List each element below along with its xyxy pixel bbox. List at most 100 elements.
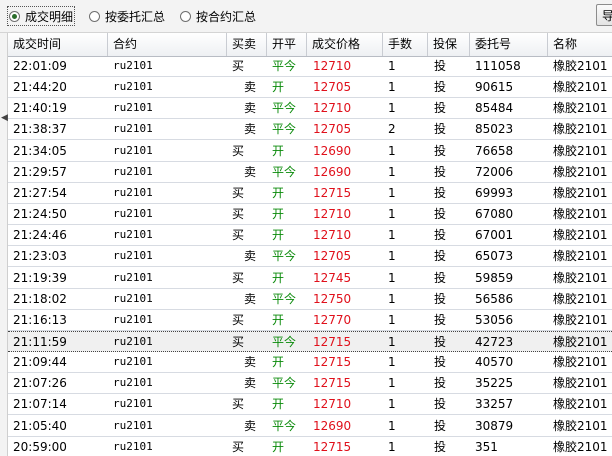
- cell-side: 买: [232, 439, 245, 454]
- cell-price: 12705: [313, 249, 352, 264]
- cell-name: 橡胶2101: [553, 207, 608, 222]
- cell-side: 卖: [244, 164, 257, 179]
- cell-contract: ru2101: [113, 185, 153, 199]
- header-hedge[interactable]: 投保: [428, 33, 470, 56]
- cell-time: 21:09:44: [13, 355, 67, 370]
- table-row[interactable]: 21:09:44 ru2101 卖开 12715 1 投 40570 橡胶2101: [8, 352, 612, 374]
- cell-order-no: 53056: [475, 312, 514, 327]
- cell-order-no: 33257: [475, 397, 514, 412]
- radio-by-contract[interactable]: 按合约汇总: [180, 8, 256, 24]
- cell-hedge: 投: [434, 101, 447, 116]
- toolbar: 成交明细 按委托汇总 按合约汇总 导: [0, 0, 612, 33]
- cell-price: 12715: [313, 376, 352, 391]
- cell-open-close: 平今: [272, 122, 297, 137]
- cell-name: 橡胶2101: [553, 164, 608, 179]
- cell-hedge: 投: [434, 59, 447, 73]
- table-row[interactable]: 22:01:09 ru2101 买 平今 12710 1 投 111058 橡胶2101: [8, 56, 612, 77]
- cell-hedge: 投: [434, 143, 447, 158]
- cell-order-no: 67001: [475, 228, 514, 243]
- cell-contract: ru2101: [113, 80, 153, 94]
- cell-time: 21:27:54: [13, 185, 67, 200]
- cell-time: 21:34:05: [13, 143, 67, 158]
- left-panel-edge: ◀: [0, 0, 8, 456]
- cell-contract: ru2101: [113, 397, 153, 411]
- table-row[interactable]: 21:11:59 ru2101 买 平今 12715 1 投 42723 橡胶2101: [8, 330, 612, 352]
- cell-time: 20:59:00: [13, 439, 67, 454]
- cell-name: 橡胶2101: [553, 439, 608, 454]
- cell-open-close: 开: [272, 228, 285, 243]
- table-row[interactable]: 21:19:39 ru2101 买 开 12745 1 投 59859 橡胶2101: [8, 268, 612, 289]
- cell-hedge: 投: [434, 312, 447, 327]
- cell-name: 橡胶2101: [553, 228, 608, 243]
- table-row[interactable]: 21:16:13 ru2101 买 开 12770 1 投 53056 橡胶2101: [8, 310, 612, 331]
- cell-contract: ru2101: [113, 164, 153, 178]
- cell-qty: 1: [388, 291, 396, 306]
- cell-open-close: 开: [272, 397, 285, 412]
- radio-button-icon: [180, 10, 191, 22]
- table-row[interactable]: 21:24:46 ru2101 买 开 12710 1 投 67001 橡胶2101: [8, 225, 612, 247]
- header-contract[interactable]: 合约: [108, 33, 227, 56]
- header-name[interactable]: 名称: [548, 33, 612, 56]
- cell-order-no: 42723: [475, 334, 514, 349]
- header-side[interactable]: 买卖: [227, 33, 267, 56]
- table-row[interactable]: 21:18:02 ru2101 卖平今 12750 1 投 56586 橡胶2101: [8, 289, 612, 310]
- cell-name: 橡胶2101: [553, 59, 608, 73]
- cell-order-no: 40570: [475, 355, 514, 370]
- cell-contract: ru2101: [113, 59, 153, 72]
- table-row[interactable]: 21:05:40 ru2101 卖平今 12690 1 投 30879 橡胶2101: [8, 416, 612, 437]
- cell-price: 12705: [313, 80, 352, 95]
- radio-detail[interactable]: 成交明细: [6, 6, 76, 26]
- cell-side: 卖: [244, 355, 257, 370]
- cell-contract: ru2101: [113, 270, 153, 284]
- cell-side: 买: [232, 312, 245, 327]
- cell-contract: ru2101: [113, 101, 153, 115]
- cell-side: 卖: [244, 122, 257, 137]
- cell-name: 橡胶2101: [553, 312, 608, 327]
- cell-price: 12710: [313, 101, 352, 116]
- cell-side: 买: [232, 143, 245, 158]
- table-row[interactable]: 21:34:05 ru2101 买 开 12690 1 投 76658 橡胶2101: [8, 141, 612, 162]
- header-time[interactable]: 成交时间: [8, 33, 108, 56]
- cell-time: 21:19:39: [13, 270, 67, 285]
- table-row[interactable]: 21:24:50 ru2101 买 开 12710 1 投 67080 橡胶2101: [8, 204, 612, 226]
- cell-order-no: 69993: [475, 185, 514, 200]
- cell-qty: 1: [388, 334, 396, 349]
- header-order-no[interactable]: 委托号: [470, 33, 548, 56]
- header-qty[interactable]: 手数: [383, 33, 428, 56]
- cell-contract: ru2101: [113, 228, 153, 242]
- table-row[interactable]: 21:29:57 ru2101 卖平今 12690 1 投 72006 橡胶2101: [8, 162, 612, 183]
- left-triangle-icon[interactable]: ◀: [1, 113, 8, 123]
- cell-hedge: 投: [434, 80, 447, 95]
- cell-price: 12715: [313, 439, 352, 454]
- table-row[interactable]: 21:23:03 ru2101 卖平今 12705 1 投 65073 橡胶2101: [8, 246, 612, 268]
- cell-contract: ru2101: [113, 355, 153, 369]
- cell-open-close: 平今: [272, 164, 297, 179]
- table-row[interactable]: 20:59:00 ru2101 买 开 12715 1 投 351 橡胶2101: [8, 437, 612, 456]
- export-button[interactable]: 导: [596, 4, 612, 26]
- cell-qty: 1: [388, 249, 396, 264]
- export-button-label: 导: [602, 7, 612, 24]
- table-header: 成交时间 合约 买卖 开平 成交价格 手数 投保 委托号 名称: [8, 33, 612, 57]
- cell-time: 21:38:37: [13, 122, 67, 137]
- table-row[interactable]: 21:07:14 ru2101 买 开 12710 1 投 33257 橡胶2101: [8, 394, 612, 416]
- table-row[interactable]: 21:07:26 ru2101 卖平今 12715 1 投 35225 橡胶2101: [8, 373, 612, 395]
- cell-side: 卖: [244, 101, 257, 116]
- cell-qty: 1: [388, 270, 396, 285]
- cell-open-close: 开: [272, 270, 285, 285]
- cell-open-close: 开: [272, 207, 285, 222]
- cell-qty: 1: [388, 80, 396, 95]
- table-row[interactable]: 21:38:37 ru2101 卖平今 12705 2 投 85023 橡胶2101: [8, 119, 612, 141]
- cell-price: 12710: [313, 207, 352, 222]
- cell-qty: 1: [388, 355, 396, 370]
- cell-open-close: 开: [272, 80, 285, 95]
- table-row[interactable]: 21:44:20 ru2101 卖开 12705 1 投 90615 橡胶2101: [8, 77, 612, 99]
- cell-price: 12710: [313, 59, 352, 73]
- header-price[interactable]: 成交价格: [307, 33, 383, 56]
- cell-open-close: 平今: [272, 101, 297, 116]
- table-row[interactable]: 21:27:54 ru2101 买 开 12715 1 投 69993 橡胶2101: [8, 183, 612, 204]
- table-row[interactable]: 21:40:19 ru2101 卖平今 12710 1 投 85484 橡胶2101: [8, 98, 612, 120]
- header-open-close[interactable]: 开平: [267, 33, 307, 56]
- radio-by-order[interactable]: 按委托汇总: [89, 8, 165, 24]
- cell-time: 22:01:09: [13, 59, 67, 73]
- cell-qty: 1: [388, 418, 396, 433]
